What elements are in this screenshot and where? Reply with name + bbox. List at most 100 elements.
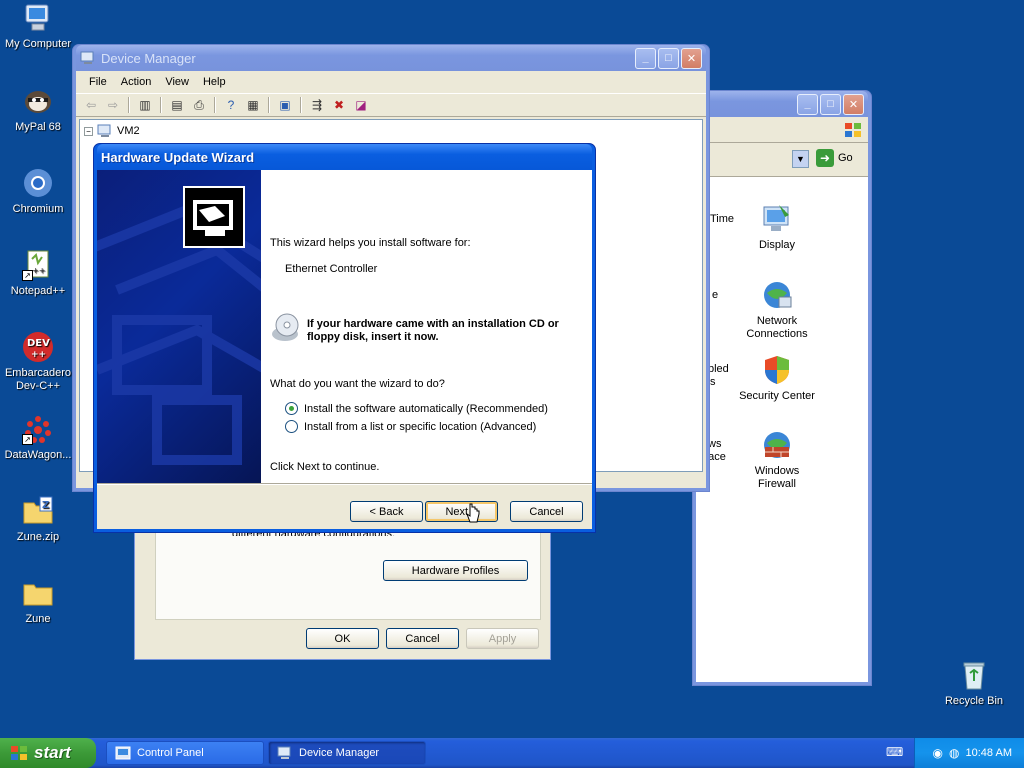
option-label: Install from a list or specific location… xyxy=(304,420,537,433)
device-manager-icon xyxy=(277,745,293,761)
task-label: Device Manager xyxy=(299,747,380,759)
cd-instruction: If your hardware came with an installati… xyxy=(307,318,559,343)
desktop-icon-mypal[interactable]: MyPal 68 xyxy=(0,85,76,134)
option-label: Install the software automatically (Reco… xyxy=(304,402,548,415)
cp-partial-label: bled xyxy=(708,363,729,375)
start-button[interactable]: start xyxy=(0,738,96,768)
option-auto-install[interactable]: Install the software automatically (Reco… xyxy=(285,402,548,415)
wizard-titlebar[interactable]: Hardware Update Wizard xyxy=(97,144,592,170)
taskbar: start Control Panel Device Manager ⌨ ◉ ◍… xyxy=(0,738,1024,768)
minimize-button[interactable]: _ xyxy=(635,47,656,69)
properties-icon[interactable]: ▤ xyxy=(168,97,186,113)
cp-item-firewall[interactable]: Windows Firewall xyxy=(739,429,815,491)
folder-icon xyxy=(22,577,54,609)
menu-view[interactable]: View xyxy=(158,74,196,90)
desktop-icon-my-computer[interactable]: My Computer xyxy=(0,2,76,51)
wizard-divider xyxy=(97,483,592,485)
display-icon xyxy=(761,203,793,235)
cancel-button[interactable]: Cancel xyxy=(510,501,583,522)
network-connections-icon xyxy=(761,279,793,311)
show-hide-tree-icon[interactable]: ▥ xyxy=(136,97,154,113)
desktop-icon-zune[interactable]: Zune xyxy=(0,577,76,626)
maximize-button[interactable]: □ xyxy=(820,93,841,115)
radio-selected-icon[interactable] xyxy=(285,402,298,415)
desktop-icon-notepadpp[interactable]: ++ ↗ Notepad++ xyxy=(0,249,76,298)
menu-file[interactable]: File xyxy=(82,74,114,90)
control-panel-window[interactable]: _ □ ✕ ▼ ➜ Go Time e bled s ws ce/Space xyxy=(680,90,872,686)
network-tray-icon[interactable]: ◉ xyxy=(933,746,943,760)
scan-hardware-icon[interactable]: ▣ xyxy=(276,97,294,113)
taskbar-button-device-manager[interactable]: Device Manager xyxy=(268,741,426,765)
radio-unselected-icon[interactable] xyxy=(285,420,298,433)
wizard-intro: This wizard helps you install software f… xyxy=(270,237,471,249)
desktop-icon-datawagon[interactable]: ↗ DataWagon... xyxy=(0,413,76,462)
toolbar-separator xyxy=(268,97,270,113)
toolbar-separator xyxy=(214,97,216,113)
close-button[interactable]: ✕ xyxy=(843,93,864,115)
go-button[interactable]: ➜ Go xyxy=(816,149,853,167)
chromium-icon xyxy=(22,167,54,199)
svg-text:++: ++ xyxy=(32,266,45,275)
clock[interactable]: 10:48 AM xyxy=(966,747,1012,759)
control-panel-titlebar[interactable]: _ □ ✕ xyxy=(696,91,868,117)
maximize-button[interactable]: □ xyxy=(658,47,679,69)
desktop-icon-label: Zune.zip xyxy=(16,531,60,543)
update-driver-icon[interactable]: ⇶ xyxy=(308,97,326,113)
cp-item-network[interactable]: Network Connections xyxy=(739,279,815,341)
cp-item-display[interactable]: Display xyxy=(739,203,815,252)
hardware-profiles-button[interactable]: Hardware Profiles xyxy=(383,560,528,581)
raccoon-icon xyxy=(22,85,54,117)
forward-arrow-icon[interactable]: ⇨ xyxy=(104,97,122,113)
ok-button[interactable]: OK xyxy=(306,628,379,649)
desktop-icon-recycle-bin[interactable]: Recycle Bin xyxy=(936,659,1012,708)
svg-text:DEV: DEV xyxy=(27,338,50,349)
collapse-icon[interactable]: − xyxy=(84,126,93,136)
desktop-icon-label: Embarcadero Dev-C++ xyxy=(4,367,72,392)
desktop-icon-label: MyPal 68 xyxy=(15,121,61,133)
toolbar-separator xyxy=(160,97,162,113)
keyboard-icon[interactable]: ⌨ xyxy=(886,745,903,761)
start-label: start xyxy=(34,743,71,762)
toolbar-separator xyxy=(128,97,130,113)
hardware-update-wizard[interactable]: Hardware Update Wizard This wizard helps… xyxy=(93,143,596,533)
svg-text:++: ++ xyxy=(31,350,46,360)
cp-item-security[interactable]: Security Center xyxy=(739,354,815,403)
desktop-icon-zune-zip[interactable]: Z Zune.zip xyxy=(0,495,76,544)
address-dropdown-button[interactable]: ▼ xyxy=(792,150,809,168)
back-arrow-icon[interactable]: ⇦ xyxy=(82,97,100,113)
minimize-button[interactable]: _ xyxy=(797,93,818,115)
notepad-plus-icon: ++ ↗ xyxy=(22,249,54,281)
disable-icon[interactable]: ◪ xyxy=(352,97,370,113)
datawagon-icon: ↗ xyxy=(22,413,54,445)
print-icon[interactable]: ⎙ xyxy=(190,97,208,113)
recycle-bin-icon xyxy=(958,659,990,691)
back-button[interactable]: < Back xyxy=(350,501,423,522)
tree-root-node[interactable]: − VM2 xyxy=(84,124,140,138)
desktop-icon-devcpp[interactable]: DEV ++ Embarcadero Dev-C++ xyxy=(0,331,76,393)
desktop-icon-label: Recycle Bin xyxy=(944,695,1004,707)
desktop-icon-label: Notepad++ xyxy=(10,285,66,297)
my-computer-icon xyxy=(22,2,54,34)
security-shield-icon xyxy=(761,354,793,386)
cp-item-label: Windows Firewall xyxy=(754,465,800,490)
menu-bar: File Action View Help xyxy=(76,71,706,93)
taskbar-button-control-panel[interactable]: Control Panel xyxy=(106,741,264,765)
menu-help[interactable]: Help xyxy=(196,74,233,90)
computer-icon xyxy=(97,124,113,138)
devcpp-icon: DEV ++ xyxy=(22,331,54,363)
go-arrow-icon: ➜ xyxy=(816,149,834,167)
option-manual-install[interactable]: Install from a list or specific location… xyxy=(285,420,536,433)
next-button[interactable]: Next > xyxy=(425,501,498,522)
volume-tray-icon[interactable]: ◍ xyxy=(949,746,959,760)
help-icon[interactable]: ? xyxy=(222,97,240,113)
desktop-icon-chromium[interactable]: Chromium xyxy=(0,167,76,216)
device-manager-icon xyxy=(80,51,96,65)
close-button[interactable]: ✕ xyxy=(681,47,702,69)
cancel-button[interactable]: Cancel xyxy=(386,628,459,649)
menu-action[interactable]: Action xyxy=(114,74,159,90)
wizard-question: What do you want the wizard to do? xyxy=(270,378,445,390)
view-icon[interactable]: ▦ xyxy=(244,97,262,113)
toolbar: ⇦ ⇨ ▥ ▤ ⎙ ? ▦ ▣ ⇶ ✖ ◪ xyxy=(76,93,706,117)
device-manager-titlebar[interactable]: Device Manager _ □ ✕ xyxy=(76,45,706,71)
uninstall-icon[interactable]: ✖ xyxy=(330,97,348,113)
